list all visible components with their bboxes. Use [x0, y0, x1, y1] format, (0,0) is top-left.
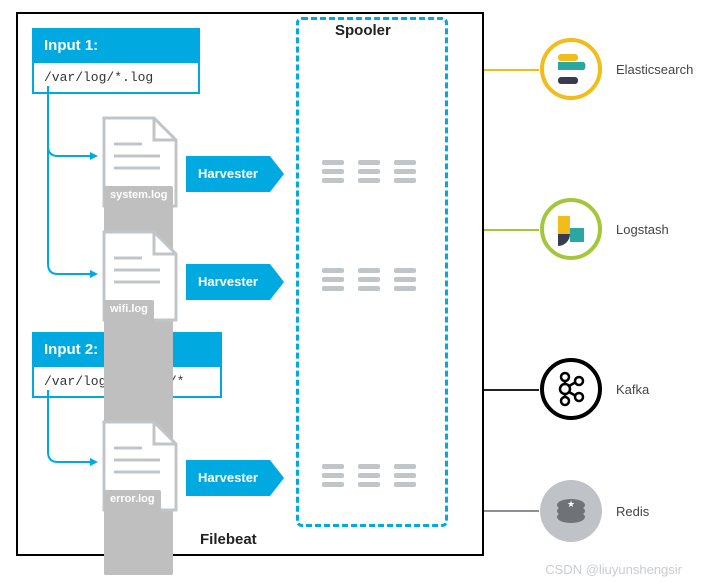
- input-title: Input 1:: [32, 28, 200, 63]
- logstash-icon: [540, 198, 602, 260]
- output-label: Redis: [616, 504, 649, 519]
- arrow-tip-icon: [270, 264, 284, 300]
- svg-text:★: ★: [567, 499, 575, 509]
- connector-input2: [40, 390, 100, 490]
- connector-ls: [484, 229, 539, 231]
- input-block-1: Input 1: /var/log/*.log: [32, 28, 200, 94]
- connector-redis: [484, 510, 539, 512]
- redis-icon: ★: [540, 480, 602, 542]
- credit-text: CSDN @liuyunshengsir: [545, 562, 682, 577]
- output-kafka: Kafka: [540, 358, 649, 420]
- connector-es: [484, 69, 539, 71]
- output-elasticsearch: Elasticsearch: [540, 38, 693, 100]
- output-label: Logstash: [616, 222, 669, 237]
- spooler-title: Spooler: [335, 22, 391, 39]
- output-label: Elasticsearch: [616, 62, 693, 77]
- output-logstash: Logstash: [540, 198, 669, 260]
- harvester-arrow: Harvester: [186, 156, 284, 192]
- connector-input1: [40, 86, 100, 306]
- elasticsearch-icon: [540, 38, 602, 100]
- harvester-label: Harvester: [186, 460, 270, 496]
- arrow-tip-icon: [270, 460, 284, 496]
- queue-icon: [322, 268, 416, 295]
- filebeat-title: Filebeat: [200, 531, 257, 548]
- output-label: Kafka: [616, 382, 649, 397]
- harvester-arrow: Harvester: [186, 264, 284, 300]
- output-redis: ★ Redis: [540, 480, 649, 542]
- harvester-arrow: Harvester: [186, 460, 284, 496]
- queue-icon: [322, 464, 416, 491]
- connector-kafka: [484, 389, 539, 391]
- file-label: error.log: [104, 490, 161, 575]
- kafka-icon: [540, 358, 602, 420]
- harvester-label: Harvester: [186, 264, 270, 300]
- queue-icon: [322, 160, 416, 187]
- harvester-label: Harvester: [186, 156, 270, 192]
- arrow-tip-icon: [270, 156, 284, 192]
